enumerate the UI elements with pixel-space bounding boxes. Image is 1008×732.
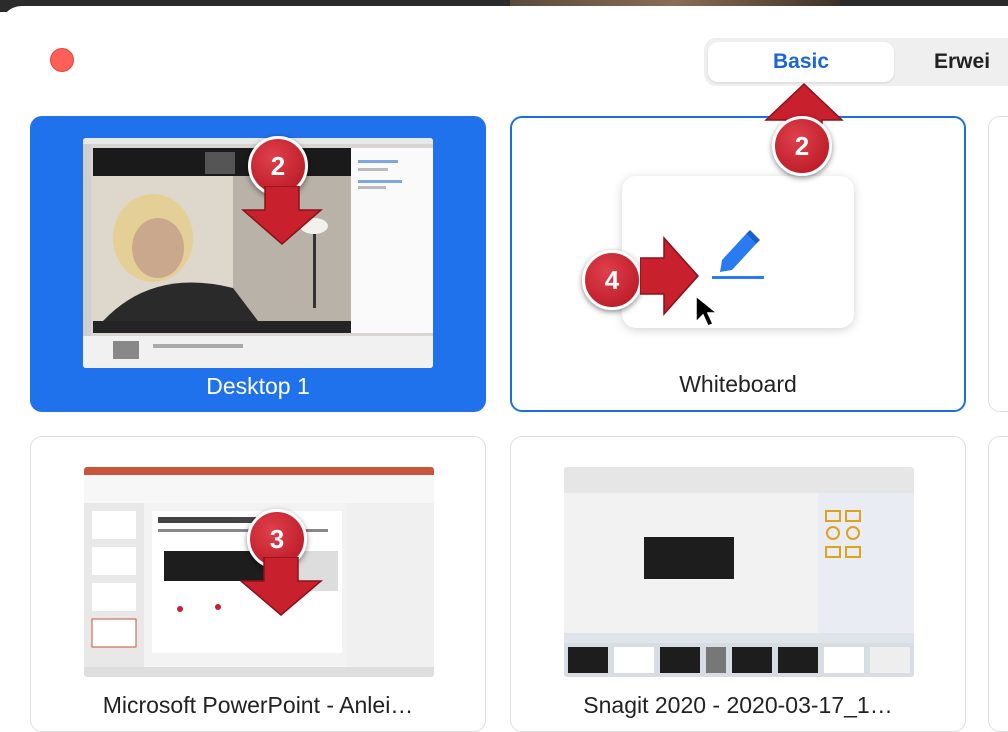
annotation-arrow-down [238, 557, 324, 616]
tile-label: Snagit 2020 - 2020-03-17_1… [583, 692, 893, 718]
share-tile-desktop[interactable]: Desktop 1 2 [30, 116, 486, 412]
pen-icon [712, 230, 764, 279]
snagit-thumbnail [564, 467, 914, 677]
share-tile-next[interactable] [988, 116, 1008, 412]
annotation-arrow-down [240, 186, 324, 245]
tab-erweitert[interactable]: Erwei [934, 42, 990, 82]
annotation-badge: 4 [582, 250, 642, 310]
share-tile-powerpoint[interactable]: Microsoft PowerPoint - Anlei… 3 [30, 436, 486, 732]
annotation-badge: 2 [772, 116, 832, 176]
tile-label: Desktop 1 [206, 373, 310, 399]
annotation-arrow-right [640, 236, 700, 316]
tab-basic[interactable]: Basic [708, 42, 894, 82]
share-mode-tabs: Basic Erwei [704, 38, 1008, 86]
share-tile-whiteboard[interactable]: Whiteboard 4 [510, 116, 966, 412]
close-button[interactable] [50, 48, 74, 72]
tile-label: Whiteboard [679, 371, 797, 397]
share-tile-next-2[interactable] [988, 436, 1008, 732]
tile-label: Microsoft PowerPoint - Anlei… [102, 692, 414, 718]
share-tile-snagit[interactable]: Snagit 2020 - 2020-03-17_1… [510, 436, 966, 732]
share-window: Basic Erwei Desktop 1 2 Whiteboard 4 Mic… [0, 6, 1008, 732]
